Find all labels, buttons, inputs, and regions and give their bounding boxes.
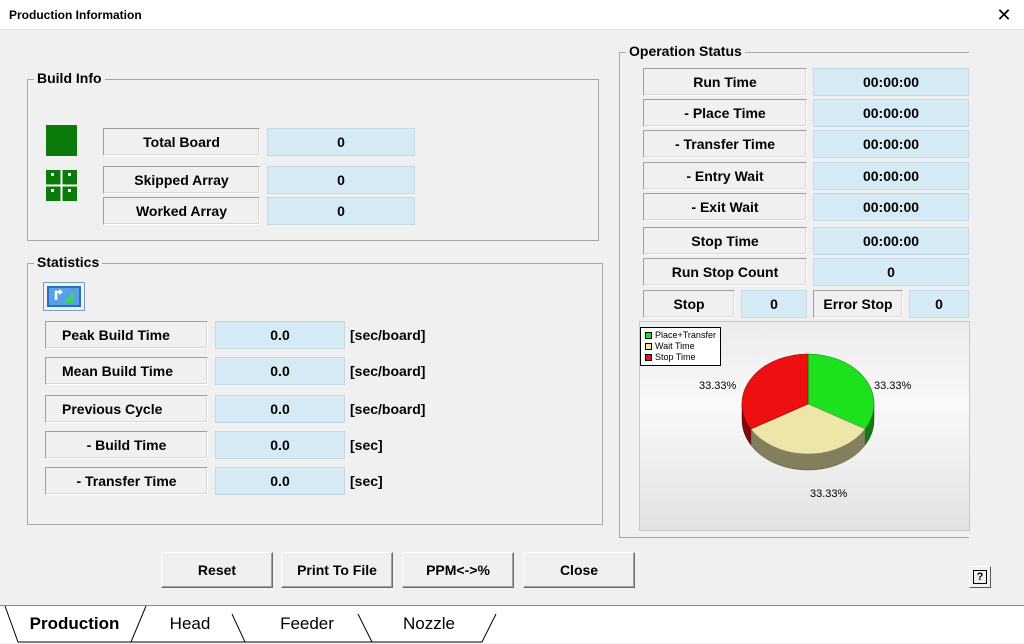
- print-to-file-button[interactable]: Print To File: [281, 552, 393, 588]
- stop-value: 0: [741, 290, 807, 318]
- build-time-unit: [sec]: [350, 437, 383, 453]
- place-time-value: 00:00:00: [813, 99, 969, 127]
- stat-transfer-time-label: - Transfer Time: [45, 467, 208, 495]
- worked-array-label: Worked Array: [103, 197, 260, 225]
- title-bar: Production Information ✕: [0, 0, 1024, 30]
- mean-build-time-value: 0.0: [215, 357, 345, 385]
- tab-feeder[interactable]: Feeder: [252, 606, 362, 642]
- exit-wait-value: 00:00:00: [813, 193, 969, 221]
- skipped-array-label: Skipped Array: [103, 166, 260, 194]
- tab-head[interactable]: Head: [142, 606, 238, 642]
- tab-production[interactable]: Production: [18, 606, 131, 642]
- tab-strip: Production Head Feeder Nozzle: [0, 605, 1024, 643]
- pie-svg: [741, 353, 875, 471]
- entry-wait-value: 00:00:00: [813, 162, 969, 190]
- pie-label-stop-time: 33.33%: [699, 380, 737, 392]
- build-info-title: Build Info: [34, 70, 105, 86]
- peak-build-time-unit: [sec/board]: [350, 327, 426, 343]
- stat-transfer-time-unit: [sec]: [350, 473, 383, 489]
- mean-build-time-unit: [sec/board]: [350, 363, 426, 379]
- op-transfer-time-value: 00:00:00: [813, 130, 969, 158]
- stop-label: Stop: [643, 290, 735, 318]
- ppm-toggle-button[interactable]: PPM<->%: [402, 552, 514, 588]
- skipped-array-value: 0: [267, 166, 415, 194]
- previous-cycle-unit: [sec/board]: [350, 401, 426, 417]
- run-time-value: 00:00:00: [813, 68, 969, 96]
- help-icon: ?: [973, 570, 987, 584]
- total-board-value: 0: [267, 128, 415, 156]
- help-button[interactable]: ?: [969, 566, 991, 588]
- run-stop-count-label: Run Stop Count: [643, 258, 807, 286]
- run-stop-count-value: 0: [813, 258, 969, 286]
- op-transfer-time-label: - Transfer Time: [643, 130, 807, 158]
- mean-build-time-label: Mean Build Time: [45, 357, 208, 385]
- build-time-label: - Build Time: [45, 431, 208, 459]
- entry-wait-label: - Entry Wait: [643, 162, 807, 190]
- exit-wait-label: - Exit Wait: [643, 193, 807, 221]
- stop-time-label: Stop Time: [643, 227, 807, 255]
- peak-build-time-value: 0.0: [215, 321, 345, 349]
- array-icon: [46, 170, 77, 201]
- worked-array-value: 0: [267, 197, 415, 225]
- tab-nozzle[interactable]: Nozzle: [374, 606, 484, 642]
- place-time-label: - Place Time: [643, 99, 807, 127]
- close-window-icon[interactable]: ✕: [992, 3, 1016, 27]
- pie-label-place-transfer: 33.33%: [874, 380, 912, 392]
- close-button[interactable]: Close: [523, 552, 635, 588]
- previous-cycle-value: 0.0: [215, 395, 345, 423]
- run-time-label: Run Time: [643, 68, 807, 96]
- operation-status-title: Operation Status: [626, 43, 745, 59]
- stop-time-value: 00:00:00: [813, 227, 969, 255]
- error-stop-value: 0: [909, 290, 969, 318]
- window-title: Production Information: [9, 8, 142, 22]
- refresh-button[interactable]: [43, 282, 85, 311]
- board-icon: [46, 125, 77, 156]
- pie-label-wait-time: 33.33%: [810, 488, 848, 500]
- refresh-icon: [47, 286, 81, 307]
- statistics-title: Statistics: [34, 254, 103, 270]
- error-stop-label: Error Stop: [813, 290, 903, 318]
- total-board-label: Total Board: [103, 128, 260, 156]
- build-time-value: 0.0: [215, 431, 345, 459]
- operation-pie-chart: Place+Transfer Wait Time Stop Time 33.33…: [639, 321, 970, 531]
- peak-build-time-label: Peak Build Time: [45, 321, 208, 349]
- reset-button[interactable]: Reset: [161, 552, 273, 588]
- stat-transfer-time-value: 0.0: [215, 467, 345, 495]
- previous-cycle-label: Previous Cycle: [45, 395, 208, 423]
